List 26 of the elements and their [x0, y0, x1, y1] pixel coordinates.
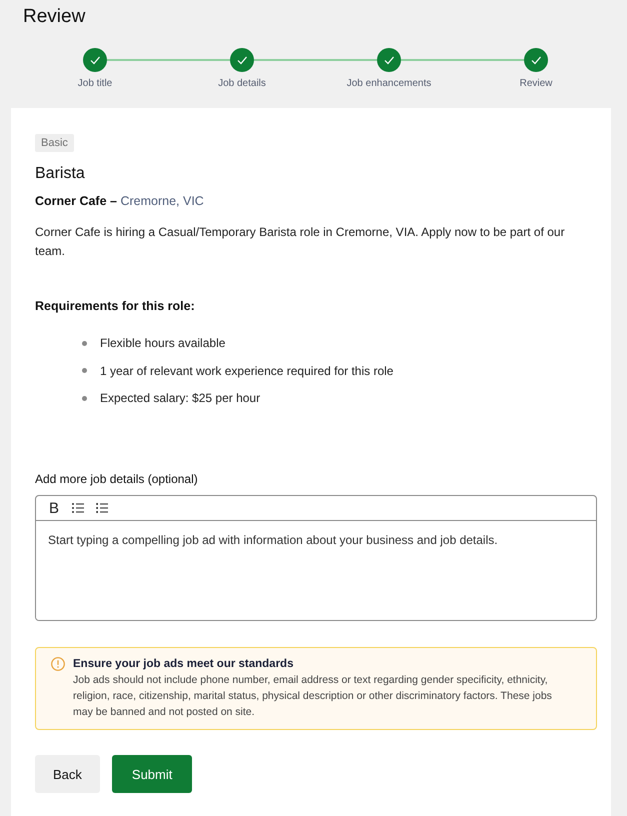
- step-label: Job details: [218, 77, 266, 91]
- bullet-list-icon: [72, 503, 84, 513]
- bullet-dot-icon: [82, 340, 86, 346]
- page-title: Review: [22, 5, 86, 28]
- requirement-item: Flexible hours available: [100, 335, 226, 352]
- submit-button[interactable]: Submit: [112, 755, 192, 793]
- numbered-list-icon: [96, 503, 108, 513]
- step-label: Job enhancements: [346, 77, 432, 91]
- step-label: Job title: [78, 77, 112, 91]
- back-button[interactable]: Back: [35, 755, 100, 793]
- tier-badge: Basic: [35, 134, 74, 152]
- requirement-item: Expected salary: $25 per hour: [100, 390, 260, 407]
- job-description: Corner Cafe is hiring a Casual/Temporary Barista role in Cremorne, VIA. Apply now to be part of our team.: [35, 224, 566, 260]
- notice-body: Job ads should not include phone number, email address or text regarding gender specificity, ethnicity, religion, race, citizenship, marital status, physical description or other discriminatory factors. These jobs may be banned and not posted on site.: [73, 673, 553, 720]
- bullet-dot-icon: [82, 396, 86, 400]
- bold-button[interactable]: B: [44, 498, 64, 518]
- company-location-line: Corner Cafe – Cremorne, VIC: [35, 193, 205, 210]
- job-title: Barista: [35, 164, 86, 184]
- requirement-item: 1 year of relevant work experience required for this role: [100, 362, 394, 380]
- editor-label: Add more job details (optional): [35, 471, 199, 488]
- step-label: Review: [520, 77, 552, 91]
- warning-icon: [51, 657, 65, 671]
- bullet-dot-icon: [82, 368, 86, 373]
- notice-title: Ensure your job ads meet our standards: [73, 657, 294, 672]
- requirements-heading: Requirements for this role:: [35, 298, 196, 315]
- job-details-editor[interactable]: B Start typing a compelling job ad with information about your business and job details.: [35, 495, 597, 621]
